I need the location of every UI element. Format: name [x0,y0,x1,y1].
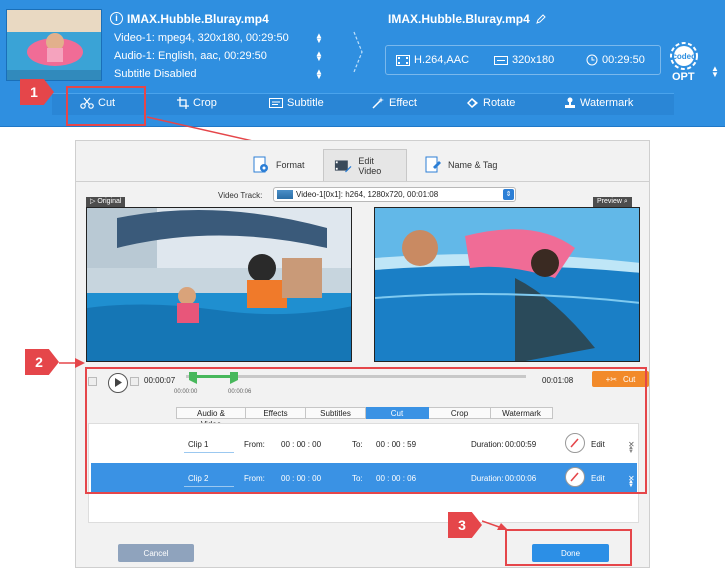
subtitle-stepper-icon[interactable]: ▲ ▼ [315,68,323,81]
audio-track-info: Audio-1: English, aac, 00:29:50 [114,50,267,62]
original-video[interactable] [86,207,352,362]
editing-area-highlight-box [85,367,647,494]
toolbar-effect[interactable]: Effect [372,97,417,109]
info-icon[interactable]: i [110,12,123,25]
video-track-value: Video-1[0x1]: h264, 1280x720, 00:01:08 [296,190,439,199]
arrow-separator-icon [353,31,363,73]
toolbar-crop-label: Crop [193,97,217,109]
output-codec: H.264,AAC [414,54,470,66]
rotate-icon [467,98,478,108]
preview-video[interactable] [374,207,640,362]
resolution-icon [494,56,508,65]
source-thumbnail[interactable] [6,9,102,81]
cancel-button[interactable]: Cancel [118,544,194,562]
film-icon [396,55,410,66]
audio-track-stepper-icon[interactable]: ▲ ▼ [315,50,323,63]
tab-edit-video[interactable]: Edit Video [323,149,407,181]
tab-name-tag[interactable]: Name & Tag [414,149,507,181]
toolbar-watermark[interactable]: Watermark [564,97,633,109]
crop-icon [177,97,189,109]
output-summary-box[interactable]: H.264,AAC 320x180 00:29:50 [385,45,661,75]
toolbar-subtitle[interactable]: Subtitle [269,97,324,109]
toolbar-watermark-label: Watermark [580,97,634,109]
effect-wand-icon [372,97,384,109]
video-track-stepper-icon[interactable]: ▲ ▼ [315,32,323,45]
source-file-name: IMAX.Hubble.Bluray.mp4 [127,12,269,26]
step-2-arrow [59,358,85,368]
edit-video-dialog: Format Edit Video Name & Tag Video Track… [75,140,650,568]
edit-video-icon [334,159,352,172]
toolbar-effect-label: Effect [389,97,417,109]
tab-divider [76,181,649,182]
original-label: ▷ Original [86,197,126,207]
tab-name-tag-label: Name & Tag [448,160,498,170]
screenshot-root: i IMAX.Hubble.Bluray.mp4 Video-1: mpeg4,… [0,0,725,568]
rename-pencil-icon[interactable] [535,13,547,25]
select-stepper-icon: ⇕ [503,189,514,200]
output-resolution: 320x180 [512,54,555,66]
cut-highlight-box [66,86,146,126]
subtitle-info: Subtitle Disabled [114,68,197,80]
codec-gear-icon[interactable]: codec [666,38,702,74]
output-file-name: IMAX.Hubble.Bluray.mp4 [388,12,530,26]
toolbar-rotate[interactable]: Rotate [466,97,515,109]
preview-label: Preview ⌕ [593,197,632,207]
subtitle-icon [269,98,283,108]
watermark-stamp-icon [565,97,575,108]
done-highlight-box [505,529,632,566]
video-track-info: Video-1: mpeg4, 320x180, 00:29:50 [114,32,289,44]
video-track-thumb-icon [277,190,293,199]
step-2-badge: 2 [25,349,59,375]
toolbar-rotate-label: Rotate [483,97,516,109]
tab-format[interactable]: Format [242,149,315,181]
name-tag-icon [425,156,441,173]
output-duration: 00:29:50 [602,54,645,66]
clock-icon [586,54,598,66]
codec-badge-text: codec [672,52,696,61]
codec-stepper-icon[interactable]: ▲ ▼ [710,65,720,79]
video-track-select[interactable]: Video-1[0x1]: h264, 1280x720, 00:01:08 ⇕ [273,187,516,202]
format-settings-icon [253,156,268,173]
video-track-label: Video Track: [218,191,263,200]
toolbar-subtitle-label: Subtitle [287,97,324,109]
toolbar-crop[interactable]: Crop [177,97,217,109]
tab-edit-video-label: Edit Video [358,155,382,176]
opt-label[interactable]: OPT [672,71,695,83]
tab-format-label: Format [276,160,305,170]
